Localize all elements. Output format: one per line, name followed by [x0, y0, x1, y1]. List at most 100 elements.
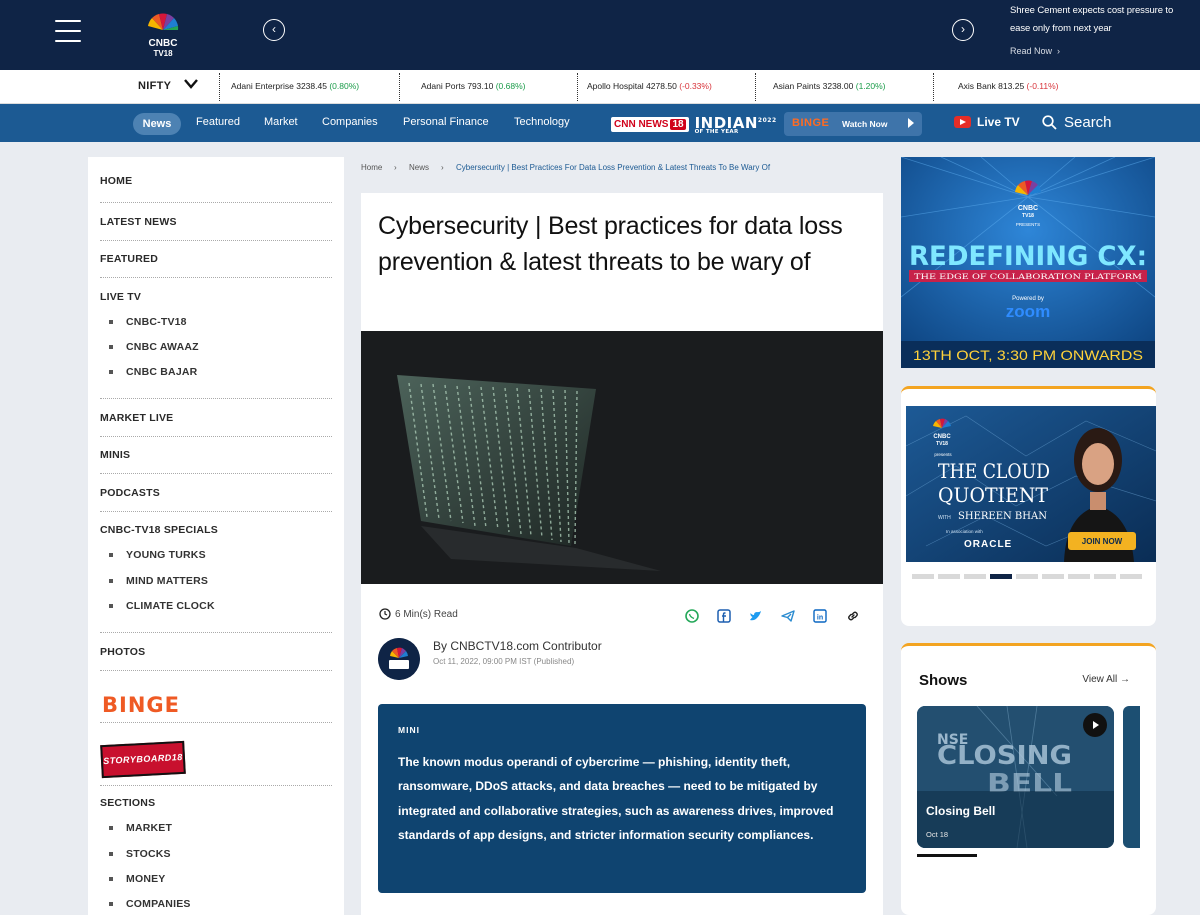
sidebar-item-market-live[interactable]: MARKET LIVE: [100, 412, 173, 424]
mini-label: MINI: [398, 725, 420, 735]
author-name[interactable]: By CNBCTV18.com Contributor: [433, 639, 602, 653]
copy-link-icon[interactable]: [845, 608, 861, 624]
nav-item-news[interactable]: News: [133, 113, 181, 135]
svg-text:THE CLOUD: THE CLOUD: [938, 459, 1050, 483]
carousel-dot-active[interactable]: [990, 574, 1012, 579]
live-tv-link[interactable]: Live TV: [954, 115, 1020, 129]
sidebar-sub-climate-clock[interactable]: CLIMATE CLOCK: [109, 600, 215, 612]
show-card-next[interactable]: [1123, 706, 1140, 848]
sidebar-item-podcasts[interactable]: PODCASTS: [100, 487, 160, 499]
svg-text:zoom: zoom: [1006, 302, 1050, 321]
redefining-cx-ad[interactable]: CNBC TV18 PRESENTS REDEFINING CX: THE ED…: [901, 157, 1155, 368]
carousel-dot[interactable]: [912, 574, 934, 579]
show-title: Closing Bell: [926, 804, 996, 818]
telegram-icon[interactable]: [780, 608, 796, 624]
carousel-dot[interactable]: [1120, 574, 1142, 579]
chevron-left-icon: ‹: [272, 22, 276, 36]
carousel-dot[interactable]: [938, 574, 960, 579]
nav-item-featured[interactable]: Featured: [196, 116, 240, 128]
twitter-icon[interactable]: [748, 608, 764, 624]
sidebar-item-home[interactable]: HOME: [100, 175, 132, 187]
carousel-dot[interactable]: [1094, 574, 1116, 579]
nav-item-market[interactable]: Market: [264, 116, 298, 128]
carousel-dot[interactable]: [1068, 574, 1090, 579]
read-now-link[interactable]: Read Now ›: [1010, 46, 1060, 56]
sidebar-item-live-tv[interactable]: LIVE TV: [100, 291, 141, 303]
promo-headline[interactable]: Shree Cement expects cost pressure to ea…: [1010, 2, 1195, 38]
ioty-title: INDIAN2022 OF THE YEAR: [694, 113, 777, 135]
sidebar-sub-cnbc-tv18[interactable]: CNBC-TV18: [109, 316, 187, 328]
sidebar-sub-money[interactable]: MONEY: [109, 873, 166, 885]
ticker-item[interactable]: Adani Enterprise 3238.45 (0.80%): [231, 81, 359, 91]
binge-watch-now-button[interactable]: BINGE Watch Now: [784, 112, 922, 136]
svg-text:CLOSING: CLOSING: [937, 741, 1072, 771]
whatsapp-icon[interactable]: [684, 608, 700, 624]
sidebar-item-specials[interactable]: CNBC-TV18 SPECIALS: [100, 524, 218, 536]
svg-text:SHEREEN BHAN: SHEREEN BHAN: [958, 511, 1047, 522]
ticker-item[interactable]: Adani Ports 793.10 (0.68%): [421, 81, 525, 91]
divider: [100, 670, 332, 671]
breadcrumb-news[interactable]: News: [409, 163, 429, 172]
menu-icon[interactable]: [55, 20, 81, 42]
sidebar-sub-companies[interactable]: COMPANIES: [109, 898, 191, 910]
search-button[interactable]: Search: [1042, 114, 1112, 131]
sidebar-sub-market[interactable]: MARKET: [108, 822, 172, 834]
cloud-quotient-carousel: CNBC TV18 presents THE CLOUD QUOTIENT WI…: [901, 386, 1156, 626]
storyboard18-logo[interactable]: STORYBOARD18: [100, 740, 186, 779]
chevron-down-icon[interactable]: [184, 79, 198, 89]
sidebar-sub-mind-matters[interactable]: MIND MATTERS: [108, 575, 208, 587]
nav-item-technology[interactable]: Technology: [514, 116, 570, 128]
carousel-dots: [912, 574, 1142, 579]
nav-item-companies[interactable]: Companies: [322, 116, 378, 128]
sidebar-item-featured[interactable]: FEATURED: [100, 253, 158, 265]
ticker-separator: [755, 73, 756, 101]
mini-text: The known modus operandi of cybercrime —…: [398, 755, 834, 842]
svg-text:JOIN NOW: JOIN NOW: [1082, 537, 1123, 546]
carousel-next-button[interactable]: ›: [952, 19, 974, 41]
sidebar-item-minis[interactable]: MINIS: [100, 449, 130, 461]
index-selector[interactable]: NIFTY: [138, 80, 171, 92]
ticker-item[interactable]: Apollo Hospital 4278.50 (-0.33%): [587, 81, 712, 91]
ticker-item[interactable]: Asian Paints 3238.00 (1.20%): [773, 81, 886, 91]
divider: [100, 473, 332, 474]
nav-item-personal-finance[interactable]: Personal Finance: [403, 116, 489, 128]
page-title: Cybersecurity | Best practices for data …: [378, 212, 843, 276]
sidebar-item-sections[interactable]: SECTIONS: [100, 797, 155, 809]
linkedin-icon[interactable]: in: [812, 608, 828, 624]
cnbc-tv18-logo[interactable]: CNBC TV18: [136, 8, 190, 60]
binge-logo[interactable]: BINGE: [102, 693, 180, 717]
carousel-dot[interactable]: [1016, 574, 1038, 579]
ticker-item[interactable]: Axis Bank 813.25 (-0.11%): [958, 81, 1059, 91]
svg-text:ORACLE: ORACLE: [964, 539, 1012, 550]
breadcrumb-current: Cybersecurity | Best Practices For Data …: [456, 163, 771, 172]
view-all-link[interactable]: View All →: [1082, 674, 1130, 685]
watch-now-label: Watch Now: [842, 119, 888, 129]
svg-text:TV18: TV18: [1022, 213, 1034, 219]
divider: [100, 240, 332, 241]
facebook-icon[interactable]: [716, 608, 732, 624]
carousel-prev-button[interactable]: ‹: [263, 19, 285, 41]
show-date: Oct 18: [926, 830, 949, 839]
sidebar-sub-cnbc-awaaz[interactable]: CNBC AWAAZ: [109, 341, 199, 353]
sidebar-sub-stocks[interactable]: STOCKS: [109, 848, 171, 860]
indian-of-the-year-banner[interactable]: CNN NEWS 18 INDIAN2022 OF THE YEAR: [611, 113, 777, 135]
chevron-right-icon: ›: [441, 163, 444, 172]
svg-text:PRESENTS: PRESENTS: [1016, 222, 1040, 227]
divider: [100, 398, 332, 399]
section-title: Shows: [919, 672, 968, 689]
search-icon: [1042, 115, 1057, 130]
play-icon: [908, 118, 914, 128]
breadcrumb-home[interactable]: Home: [361, 163, 382, 172]
carousel-dot[interactable]: [1042, 574, 1064, 579]
left-sidebar: HOME LATEST NEWS FEATURED LIVE TV CNBC-T…: [88, 157, 344, 915]
ticker-separator: [219, 73, 220, 101]
sidebar-item-photos[interactable]: PHOTOS: [100, 646, 145, 658]
carousel-dot[interactable]: [964, 574, 986, 579]
play-icon[interactable]: [1083, 713, 1107, 737]
cloud-quotient-ad[interactable]: CNBC TV18 presents THE CLOUD QUOTIENT WI…: [906, 406, 1156, 562]
show-card[interactable]: NSE CLOSING BELL Closing Bell Oct 18: [917, 706, 1114, 848]
divider: [100, 511, 332, 512]
sidebar-item-latest-news[interactable]: LATEST NEWS: [100, 216, 177, 228]
sidebar-sub-cnbc-bajar[interactable]: CNBC BAJAR: [108, 366, 197, 378]
sidebar-sub-young-turks[interactable]: YOUNG TURKS: [109, 549, 206, 561]
